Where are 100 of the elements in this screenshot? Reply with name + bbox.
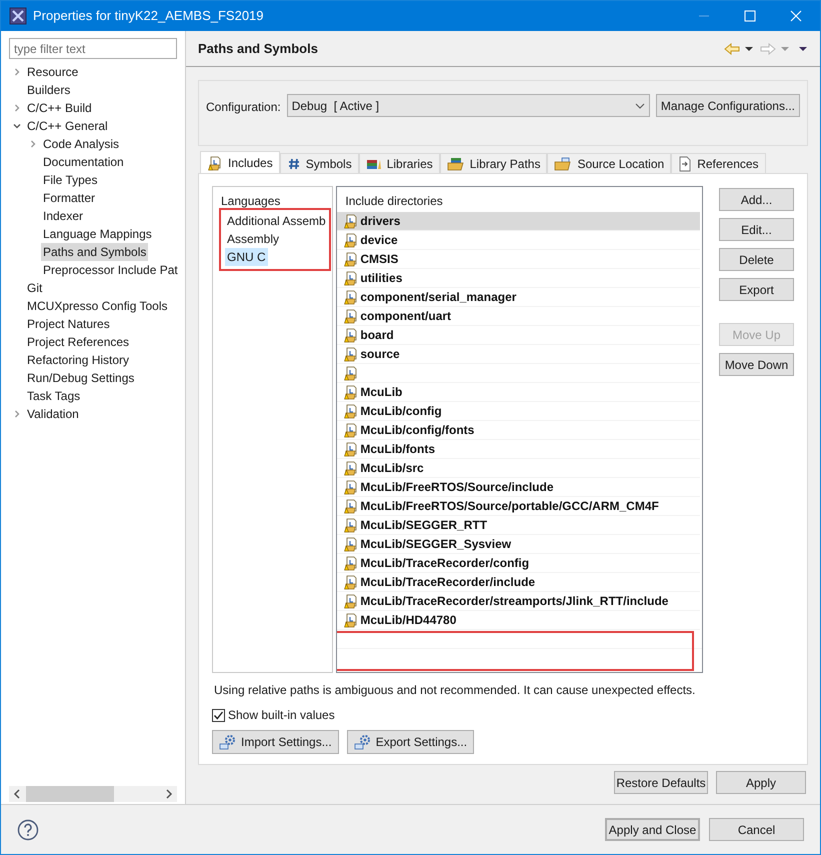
- export-settings-button[interactable]: Export Settings...: [346, 730, 474, 754]
- include-row[interactable]: McuLib/SEGGER_RTT: [337, 516, 700, 535]
- tree-item[interactable]: Refactoring History: [25, 351, 132, 369]
- include-folder-icon: [343, 308, 360, 324]
- tree-item[interactable]: Builders: [25, 81, 72, 99]
- include-folder-icon: [343, 612, 360, 628]
- checkbox[interactable]: [212, 708, 225, 722]
- tree-item[interactable]: Formatter: [41, 189, 98, 207]
- include-row[interactable]: McuLib/HD44780: [337, 611, 700, 630]
- tab[interactable]: Includes: [200, 151, 280, 173]
- tree-item[interactable]: Indexer: [41, 207, 86, 225]
- include-folder-icon: [343, 346, 360, 362]
- tree-item[interactable]: Code Analysis: [41, 135, 122, 153]
- include-row[interactable]: McuLib/TraceRecorder/include: [337, 573, 700, 592]
- include-directories-heading: Include directories: [344, 193, 444, 209]
- tab[interactable]: Symbols: [280, 153, 359, 173]
- include-row[interactable]: CMSIS: [337, 250, 700, 269]
- tree-item[interactable]: File Types: [41, 171, 100, 189]
- manage-configurations-button[interactable]: Manage Configurations...: [656, 94, 800, 117]
- include-row[interactable]: McuLib/config/fonts: [337, 421, 700, 440]
- tree-item[interactable]: Project References: [25, 333, 132, 351]
- filter-field[interactable]: type filter text: [9, 38, 177, 59]
- tab[interactable]: Source Location: [547, 153, 672, 173]
- include-folder-icon: [343, 517, 360, 533]
- tab[interactable]: References: [671, 153, 766, 173]
- include-folder-icon: [343, 441, 360, 457]
- restore-defaults-button[interactable]: Restore Defaults: [614, 771, 708, 794]
- close-icon[interactable]: [790, 10, 802, 22]
- include-row[interactable]: McuLib/src: [337, 459, 700, 478]
- configuration-label: Configuration:: [206, 99, 281, 116]
- language-item[interactable]: Assembly: [225, 230, 282, 248]
- tree-item[interactable]: Preprocessor Include Pat: [41, 261, 180, 279]
- include-folder-icon: [343, 327, 360, 343]
- include-row[interactable]: McuLib/FreeRTOS/Source/include: [337, 478, 700, 497]
- tree-item[interactable]: C/C++ Build: [25, 99, 94, 117]
- import-settings-button[interactable]: Import Settings...: [212, 730, 339, 754]
- folder-icon: [554, 156, 572, 170]
- list-action-button[interactable]: Edit...: [719, 218, 794, 241]
- tree-item[interactable]: C/C++ General: [25, 117, 110, 135]
- include-folder-icon: [343, 384, 360, 400]
- tree-item[interactable]: Run/Debug Settings: [25, 369, 136, 387]
- help-icon[interactable]: [17, 818, 39, 840]
- include-folder-icon: [343, 213, 360, 229]
- include-row[interactable]: drivers: [337, 212, 700, 231]
- view-menu-icon[interactable]: [798, 44, 808, 52]
- include-row[interactable]: McuLib: [337, 383, 700, 402]
- include-folder-icon: [343, 270, 360, 286]
- cancel-button[interactable]: Cancel: [709, 818, 804, 841]
- tree-item[interactable]: Language Mappings: [41, 225, 154, 243]
- languages-heading: Languages: [221, 193, 282, 209]
- include-row[interactable]: McuLib/TraceRecorder/streamports/Jlink_RTT/include: [337, 592, 700, 611]
- tree-item[interactable]: Project Natures: [25, 315, 112, 333]
- folder-books-icon: [446, 156, 465, 170]
- hash-icon: [286, 156, 301, 170]
- include-row[interactable]: board: [337, 326, 700, 345]
- tree-item[interactable]: Task Tags: [25, 387, 82, 405]
- tab[interactable]: Libraries: [358, 153, 440, 173]
- list-action-button[interactable]: Add...: [719, 188, 794, 211]
- include-folder-icon: [207, 154, 223, 170]
- include-row[interactable]: McuLib/TraceRecorder/config: [337, 554, 700, 573]
- include-folder-icon: [343, 574, 360, 590]
- language-item[interactable]: Additional Assemb: [225, 212, 328, 230]
- include-folder-icon: [343, 593, 360, 609]
- tree-item[interactable]: Validation: [25, 405, 81, 423]
- include-row[interactable]: utilities: [337, 269, 700, 288]
- chevron-down-icon: [634, 102, 645, 110]
- language-item[interactable]: GNU C: [225, 248, 268, 266]
- gear-icon: [219, 734, 237, 750]
- include-row[interactable]: component/serial_manager: [337, 288, 700, 307]
- include-folder-icon: [343, 289, 360, 305]
- list-action-button[interactable]: Export: [719, 278, 794, 301]
- include-row[interactable]: McuLib/FreeRTOS/Source/portable/GCC/ARM_CM4F: [337, 497, 700, 516]
- include-folder-icon: [343, 479, 360, 495]
- include-row[interactable]: McuLib/fonts: [337, 440, 700, 459]
- tree-item[interactable]: MCUXpresso Config Tools: [25, 297, 170, 315]
- include-folder-icon: [343, 251, 360, 267]
- gear-icon: [354, 734, 372, 750]
- list-action-button[interactable]: Delete: [719, 248, 794, 271]
- configuration-dropdown[interactable]: Debug [ Active ]: [286, 94, 650, 117]
- maximize-icon[interactable]: [744, 10, 756, 22]
- include-row[interactable]: source: [337, 345, 700, 364]
- include-folder-icon: [343, 232, 360, 248]
- horizontal-scrollbar[interactable]: [9, 786, 177, 802]
- include-folder-icon: [343, 536, 360, 552]
- caret-down-icon[interactable]: [744, 44, 754, 52]
- include-row[interactable]: component/uart: [337, 307, 700, 326]
- list-action-button[interactable]: Move Down: [719, 353, 794, 376]
- tree-item[interactable]: Paths and Symbols: [41, 243, 148, 261]
- tree-item[interactable]: Git: [25, 279, 44, 297]
- tab[interactable]: Library Paths: [440, 153, 548, 173]
- tree-item[interactable]: Documentation: [41, 153, 126, 171]
- tree-item[interactable]: Resource: [25, 63, 80, 81]
- include-row[interactable]: device: [337, 231, 700, 250]
- include-row[interactable]: McuLib/SEGGER_Sysview: [337, 535, 700, 554]
- page-title: Paths and Symbols: [198, 40, 318, 58]
- include-folder-icon: [343, 422, 360, 438]
- include-row[interactable]: McuLib/config: [337, 402, 700, 421]
- scrollbar-thumb[interactable]: [26, 786, 114, 802]
- apply-and-close-button[interactable]: Apply and Close: [605, 818, 700, 841]
- apply-button[interactable]: Apply: [716, 771, 806, 794]
